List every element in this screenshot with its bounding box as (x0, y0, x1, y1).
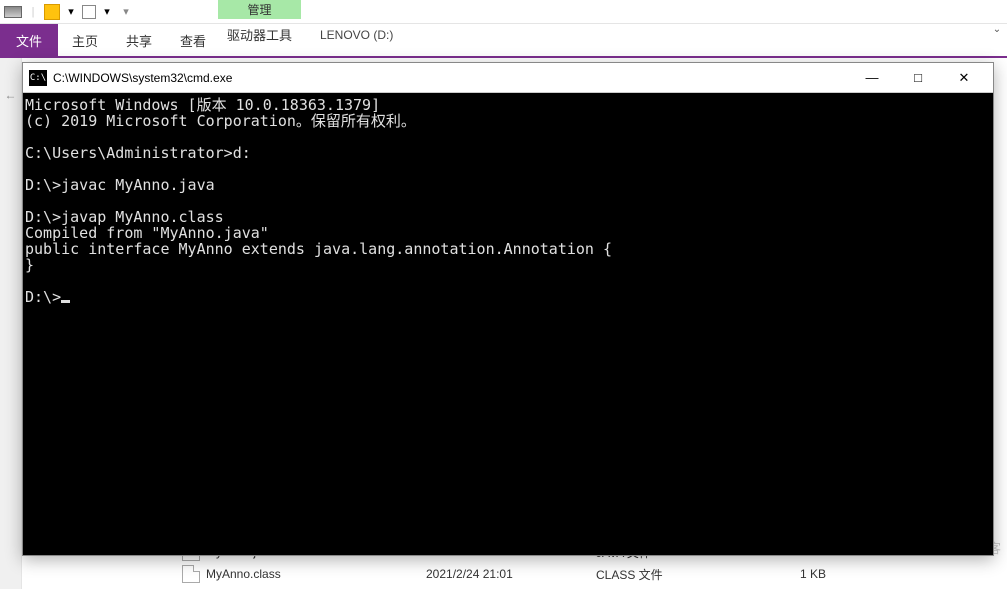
file-size: 1 KB (746, 567, 826, 581)
tab-view[interactable]: 查看 (166, 24, 220, 56)
contextual-tab-header: 管理 (218, 0, 301, 19)
close-button[interactable]: ✕ (941, 63, 987, 92)
file-name: MyAnno.class (206, 567, 426, 581)
ribbon-expand-icon[interactable]: ⌄ (987, 24, 1007, 56)
nav-back-column: ← (0, 58, 22, 589)
file-row[interactable]: MyAnno.class 2021/2/24 21:01 CLASS 文件 1 … (182, 563, 1007, 585)
qat-customize-icon[interactable]: ▾ (118, 4, 134, 20)
tab-share[interactable]: 共享 (112, 24, 166, 56)
cmd-icon: C:\ (29, 70, 47, 86)
divider: | (25, 4, 41, 20)
qat-dropdown-icon[interactable]: ▾ (63, 4, 79, 20)
maximize-button[interactable]: □ (895, 63, 941, 92)
back-arrow-icon[interactable]: ← (0, 88, 21, 102)
file-date: 2021/2/24 21:01 (426, 567, 596, 581)
file-icon (182, 565, 200, 583)
cursor (61, 300, 70, 303)
address-path: LENOVO (D:) (320, 28, 393, 42)
quick-access-toolbar: | ▾ ▾ ▾ (0, 0, 1007, 24)
folder-icon[interactable] (44, 4, 60, 20)
props-icon[interactable] (82, 5, 96, 19)
contextual-tab-group: 管理 驱动器工具 (218, 0, 301, 50)
ribbon-tabs: 文件 主页 共享 查看 管理 驱动器工具 LENOVO (D:) ⌄ (0, 24, 1007, 56)
cmd-window: C:\ C:\WINDOWS\system32\cmd.exe — □ ✕ Mi… (22, 62, 994, 556)
cmd-title-text: C:\WINDOWS\system32\cmd.exe (53, 71, 849, 85)
drive-icon (4, 6, 22, 18)
file-type: CLASS 文件 (596, 566, 746, 583)
cmd-output[interactable]: Microsoft Windows [版本 10.0.18363.1379] (… (23, 93, 993, 555)
tab-home[interactable]: 主页 (58, 24, 112, 56)
qat-dropdown-icon[interactable]: ▾ (99, 4, 115, 20)
minimize-button[interactable]: — (849, 63, 895, 92)
cmd-titlebar[interactable]: C:\ C:\WINDOWS\system32\cmd.exe — □ ✕ (23, 63, 993, 93)
tab-drive-tools[interactable]: 驱动器工具 (218, 19, 301, 50)
tab-file[interactable]: 文件 (0, 24, 58, 56)
